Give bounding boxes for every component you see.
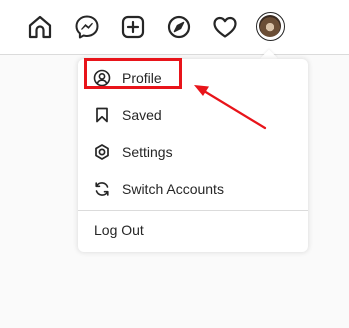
menu-item-log-out[interactable]: Log Out [78,211,308,249]
menu-item-settings[interactable]: Settings [78,133,308,170]
annotation-highlight-box [84,58,182,89]
messenger-icon[interactable] [73,13,101,41]
avatar-image [259,15,281,37]
menu-item-label: Switch Accounts [122,180,224,197]
profile-avatar[interactable] [256,12,285,41]
menu-item-label: Saved [122,106,162,123]
explore-icon[interactable] [165,13,193,41]
annotation-arrow-icon [194,85,267,130]
log-out-label: Log Out [94,222,144,238]
top-navigation-bar [0,0,349,55]
menu-item-switch-accounts[interactable]: Switch Accounts [78,170,308,207]
new-post-icon[interactable] [119,13,147,41]
settings-gear-icon [93,143,111,161]
home-icon[interactable] [26,13,54,41]
switch-accounts-icon [93,180,111,198]
bookmark-icon [93,106,111,124]
activity-heart-icon[interactable] [211,13,239,41]
menu-item-label: Settings [122,143,173,160]
